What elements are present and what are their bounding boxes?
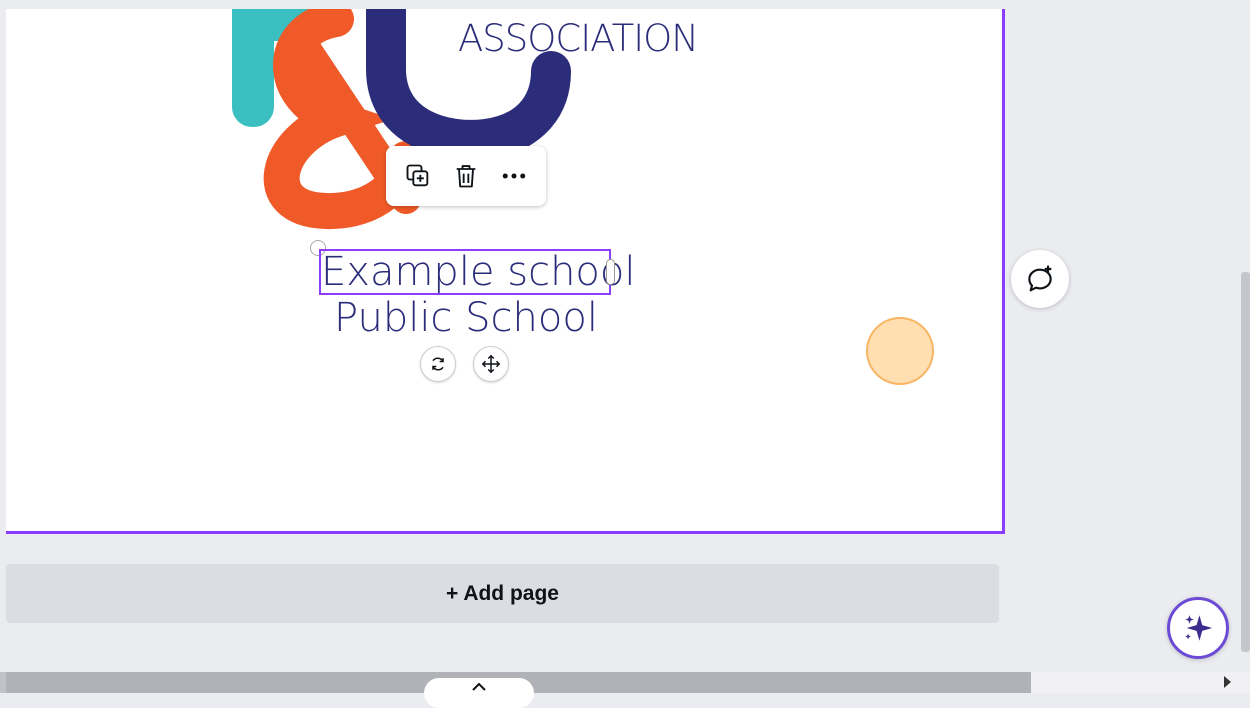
chevron-up-icon	[472, 682, 486, 691]
vertical-scrollbar[interactable]	[1241, 272, 1250, 652]
resize-side-handle[interactable]	[606, 259, 615, 285]
rotate-icon	[432, 357, 444, 371]
move-button[interactable]	[473, 346, 509, 382]
move-icon	[481, 354, 501, 374]
association-text[interactable]: ASSOCIATION	[458, 17, 699, 60]
rotate-button[interactable]	[420, 346, 456, 382]
more-icon	[502, 173, 526, 179]
comment-add-icon	[1028, 265, 1052, 292]
scroll-right-icon[interactable]	[1224, 676, 1231, 688]
add-page-button[interactable]: + Add page	[6, 564, 999, 623]
duplicate-button[interactable]	[400, 158, 436, 194]
pages-panel-toggle[interactable]	[424, 678, 534, 708]
design-page[interactable]: ASSOCIATION Example school Public School	[6, 9, 1005, 534]
horizontal-scrollbar-track	[1031, 672, 1250, 693]
cursor-indicator	[866, 317, 934, 385]
more-options-button[interactable]	[496, 158, 532, 194]
trash-icon	[456, 165, 476, 188]
delete-button[interactable]	[448, 158, 484, 194]
element-toolbar	[386, 146, 546, 206]
sparkle-icon	[1185, 615, 1213, 641]
selected-text-box[interactable]: Example school	[319, 249, 636, 295]
magic-assistant-button[interactable]	[1167, 597, 1229, 659]
text-line-public-school[interactable]: Public School	[306, 296, 626, 340]
duplicate-icon	[406, 164, 429, 187]
add-comment-button[interactable]	[1011, 250, 1069, 308]
